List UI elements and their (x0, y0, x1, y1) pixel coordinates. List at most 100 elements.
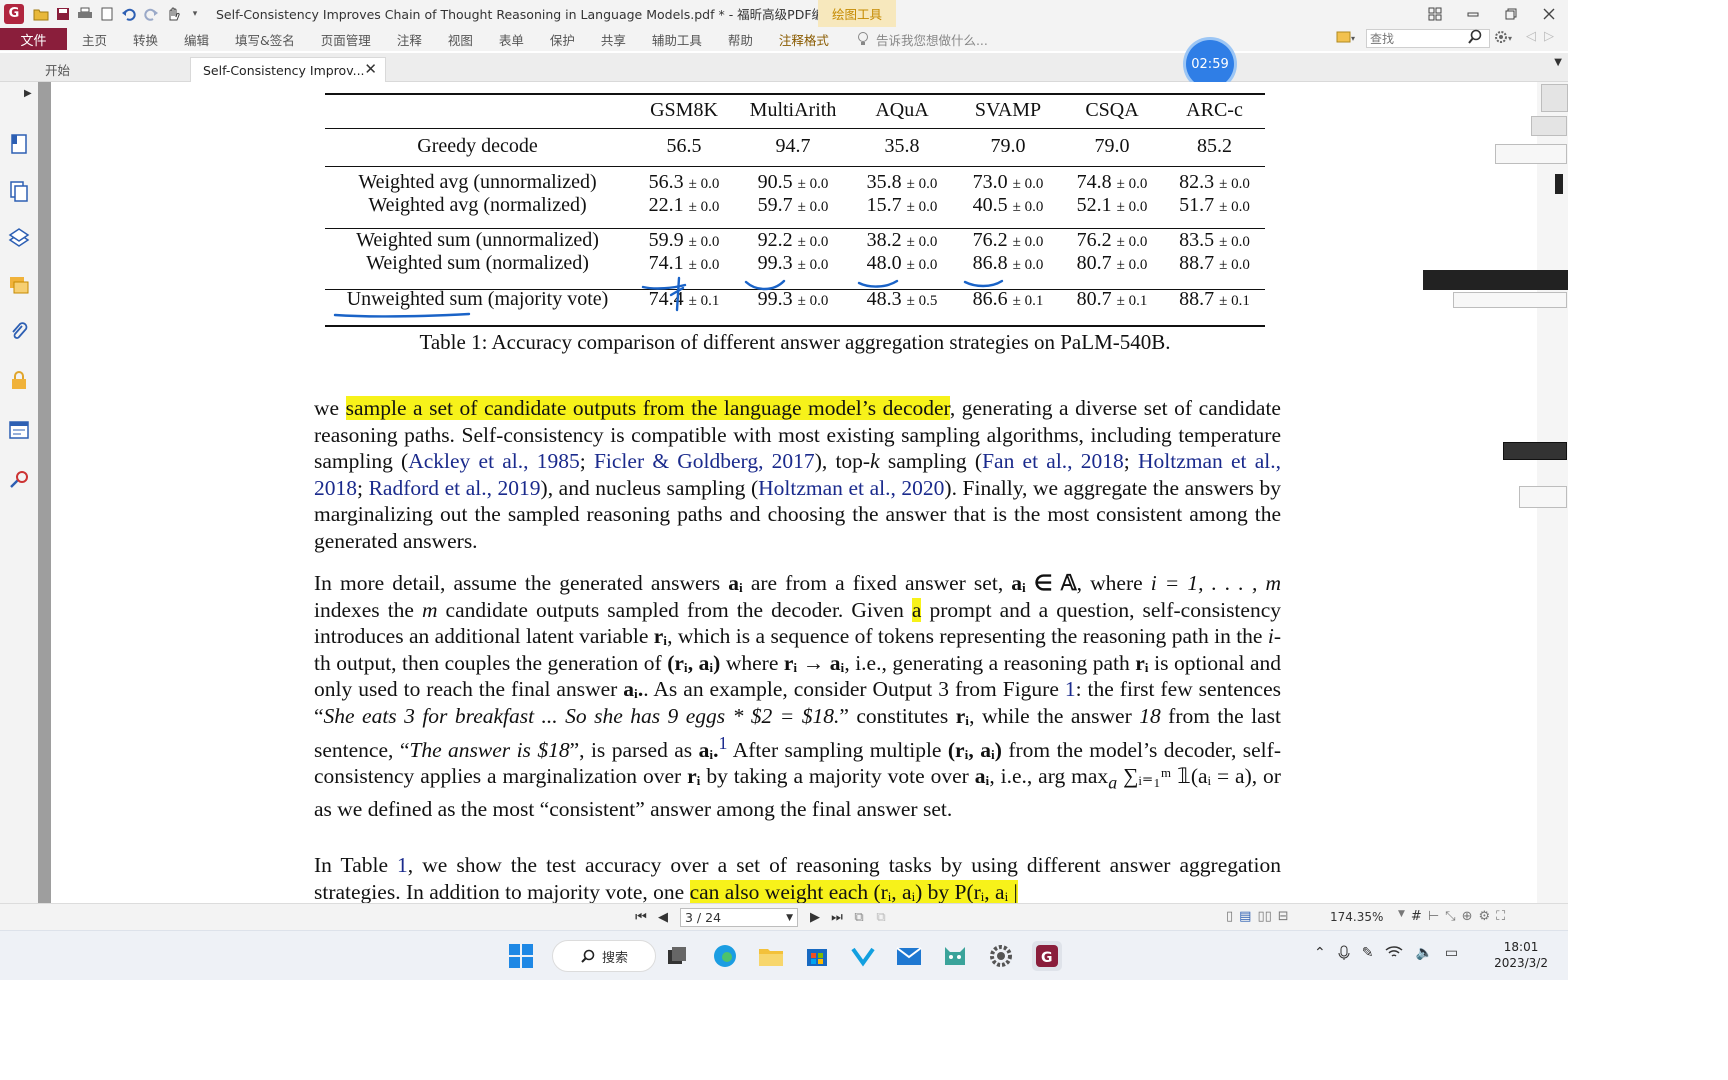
bookmarks-icon[interactable] (7, 132, 31, 156)
zoom-level[interactable]: 174.35% (1330, 910, 1383, 924)
fit-page-icon[interactable]: ⧉ (848, 910, 870, 925)
menu-page-management[interactable]: 页面管理 (308, 30, 384, 49)
panel-splitter[interactable] (38, 82, 51, 903)
menu-accessibility[interactable]: 辅助工具 (639, 30, 715, 49)
vscode-like-icon[interactable] (848, 941, 878, 971)
battery-icon[interactable]: ▭ (1445, 945, 1458, 965)
annotation-thumbnail[interactable] (1495, 144, 1567, 164)
footnote-link[interactable]: 1 (719, 733, 728, 753)
marquee-zoom-icon[interactable]: ⤡ (1445, 909, 1455, 924)
chevron-up-icon[interactable]: ⌃ (1314, 945, 1326, 965)
fit-width-icon[interactable]: ⧉ (870, 910, 892, 925)
taskbar-clock[interactable]: 18:01 2023/3/2 (1494, 939, 1548, 971)
hand-tool-icon[interactable] (162, 4, 184, 24)
expand-panel-icon[interactable]: ▶ (24, 88, 32, 99)
find-input[interactable] (1367, 31, 1467, 46)
ruler-icon[interactable]: ⊢ (1428, 909, 1439, 924)
save-icon[interactable] (52, 4, 74, 24)
highlighted-text[interactable]: sample a set of candidate outputs from t… (345, 396, 950, 420)
task-view-icon[interactable] (662, 941, 692, 971)
print-icon[interactable] (74, 4, 96, 24)
redo-icon[interactable] (140, 4, 162, 24)
annotation-thumbnail[interactable] (1531, 116, 1567, 136)
menu-comment-format[interactable]: 注释格式 (766, 30, 842, 49)
loupe-icon[interactable]: ⊕ (1462, 909, 1473, 924)
microsoft-store-icon[interactable] (802, 941, 832, 971)
tell-me-box[interactable]: 告诉我您想做什么... (856, 30, 988, 49)
zoom-dropdown-icon[interactable]: ▼ (1398, 909, 1405, 924)
previous-page-icon[interactable]: ◀ (652, 910, 674, 925)
layout-grid-icon[interactable] (1416, 0, 1454, 27)
foxit-pdf-editor-icon[interactable]: G (1032, 941, 1062, 971)
annotation-thumbnail[interactable] (1541, 84, 1568, 112)
comments-icon[interactable] (7, 273, 31, 297)
citation-link[interactable]: Holtzman et al., 2020 (758, 476, 944, 500)
file-explorer-icon[interactable] (756, 941, 786, 971)
facing-pages-icon[interactable]: ▯▯ (1257, 909, 1271, 924)
highlighted-text[interactable]: a (911, 597, 922, 622)
chevron-down-icon[interactable]: ▼ (786, 913, 793, 923)
last-page-icon[interactable]: ⏭ (826, 910, 848, 925)
menu-comment[interactable]: 注释 (384, 30, 435, 49)
zoom-settings-icon[interactable]: ⚙ (1478, 909, 1490, 924)
menu-fill-sign[interactable]: 填写&签名 (222, 30, 308, 49)
citation-link[interactable]: Ficler & Goldberg, 2017 (594, 449, 815, 473)
citation-link[interactable]: Radford et al., 2019 (369, 476, 541, 500)
find-options-icon[interactable]: ▾ (1336, 29, 1358, 45)
menu-home[interactable]: 主页 (69, 30, 120, 49)
annotation-thumbnail[interactable] (1453, 292, 1567, 308)
first-page-icon[interactable]: ⏮ (630, 910, 652, 925)
menu-protect[interactable]: 保护 (537, 30, 588, 49)
wifi-icon[interactable] (1385, 945, 1403, 965)
recording-timer-badge[interactable]: 02:59 (1186, 40, 1234, 88)
menu-help[interactable]: 帮助 (715, 30, 766, 49)
tab-list-dropdown-icon[interactable]: ▼ (1554, 57, 1562, 68)
open-folder-icon[interactable] (30, 4, 52, 24)
table-link[interactable]: 1 (397, 853, 408, 877)
minimize-button[interactable] (1454, 0, 1492, 27)
tab-start[interactable]: 开始 (33, 57, 189, 82)
figure-link[interactable]: 1 (1065, 677, 1076, 701)
pen-annotation-strokes[interactable] (51, 82, 1537, 342)
edge-browser-icon[interactable] (710, 941, 740, 971)
pen-icon[interactable]: ✎ (1362, 945, 1374, 965)
nav-forward-icon[interactable]: ▷ (1544, 29, 1554, 49)
next-page-icon[interactable]: ▶ (804, 910, 826, 925)
attachments-icon[interactable] (7, 320, 31, 344)
customize-dropdown-icon[interactable]: ▾ (184, 4, 206, 24)
fullscreen-icon[interactable]: ⛶ (1496, 909, 1505, 924)
close-tab-icon[interactable]: ✕ (364, 60, 377, 78)
scrollbar-thumb[interactable] (1555, 174, 1563, 194)
annotation-thumbnail[interactable] (1503, 442, 1567, 460)
annotation-thumbnail[interactable] (1423, 270, 1568, 290)
close-window-button[interactable] (1530, 0, 1568, 27)
menu-file[interactable]: 文件 (0, 28, 67, 50)
citation-link[interactable]: Fan et al., 2018 (982, 449, 1124, 473)
search-icon[interactable] (1467, 29, 1483, 49)
menu-view[interactable]: 视图 (435, 30, 486, 49)
citation-link[interactable]: Ackley et al., 1985 (408, 449, 580, 473)
single-page-icon[interactable]: ▯ (1226, 909, 1233, 924)
security-lock-icon[interactable] (7, 368, 31, 392)
settings-gear-icon[interactable]: ▾ (1494, 29, 1516, 49)
tab-current-document[interactable]: Self-Consistency Improv... ✕ (190, 57, 386, 82)
layers-icon[interactable] (7, 225, 31, 249)
continuous-page-icon[interactable]: ▤ (1239, 909, 1251, 924)
form-fields-icon[interactable] (7, 418, 31, 442)
menu-convert[interactable]: 转换 (120, 30, 171, 49)
content-search-icon[interactable] (7, 467, 31, 491)
cat-app-icon[interactable] (940, 941, 970, 971)
annotation-thumbnail[interactable] (1519, 486, 1567, 508)
new-document-icon[interactable] (96, 4, 118, 24)
taskbar-search[interactable]: 搜索 (552, 940, 656, 972)
undo-icon[interactable] (118, 4, 140, 24)
settings-icon[interactable] (986, 941, 1016, 971)
speaker-muted-icon[interactable]: 🔈 (1415, 945, 1432, 965)
highlighted-text[interactable]: can also weight each (rᵢ, aᵢ) by P(rᵢ, a… (689, 879, 1018, 903)
menu-share[interactable]: 共享 (588, 30, 639, 49)
restore-button[interactable] (1492, 0, 1530, 27)
page-number-field[interactable]: 3 / 24 ▼ (680, 908, 798, 927)
start-menu-icon[interactable] (506, 941, 536, 971)
menu-form[interactable]: 表单 (486, 30, 537, 49)
mail-icon[interactable] (894, 941, 924, 971)
